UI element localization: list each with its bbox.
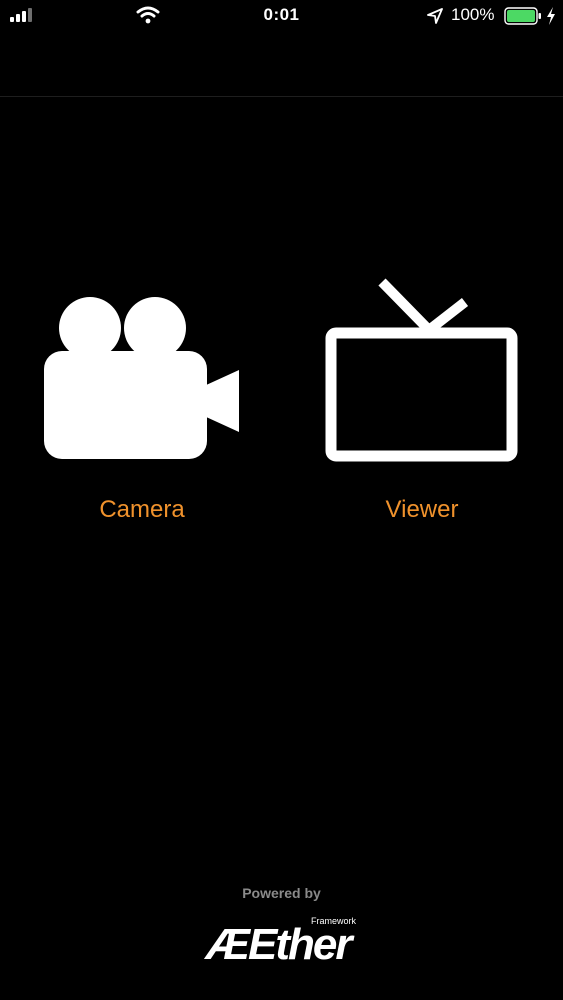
battery-fill — [507, 10, 535, 22]
viewer-button[interactable]: Viewer — [302, 270, 542, 540]
powered-by-text: Powered by — [242, 885, 321, 901]
status-bar: 0:01 100% — [0, 0, 563, 34]
battery-icon — [504, 7, 541, 25]
aether-framework-logo: Framework ÆEther — [206, 912, 358, 969]
camera-button[interactable]: Camera — [22, 270, 262, 540]
battery-percent: 100% — [451, 5, 495, 24]
camera-label: Camera — [99, 496, 185, 523]
navigation-bar — [0, 34, 563, 97]
television-icon — [325, 278, 518, 462]
charging-bolt-icon — [547, 7, 555, 25]
logo-wordmark: ÆEther — [206, 920, 352, 969]
viewer-label: Viewer — [385, 496, 459, 523]
location-arrow-icon — [427, 8, 443, 24]
video-camera-icon — [44, 297, 239, 459]
